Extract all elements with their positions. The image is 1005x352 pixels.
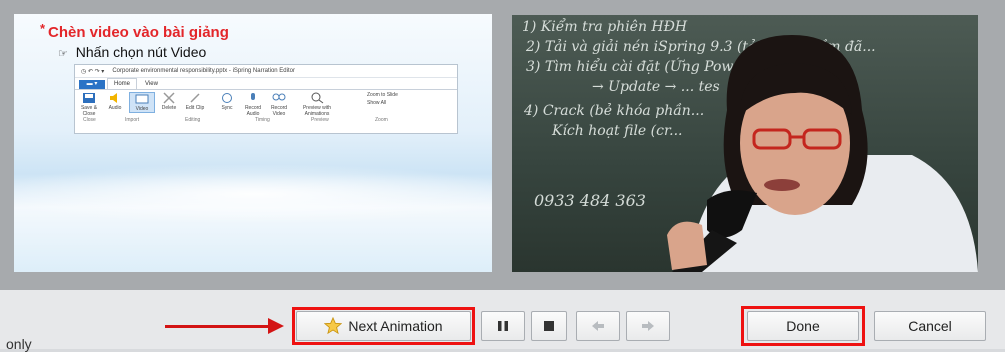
zoom-to-slide: Zoom to Slide: [367, 92, 398, 98]
slide-bullet: ☞ Nhấn chọn nút Video: [58, 44, 207, 60]
arrow-left-icon: [592, 321, 604, 331]
next-animation-button[interactable]: Next Animation: [296, 311, 471, 341]
previous-button[interactable]: [576, 311, 620, 341]
footer-text: only: [6, 336, 32, 352]
audio-item: Audio: [103, 92, 127, 111]
slide-preview: * Chèn video vào bài giảng ☞ Nhấn chọn n…: [14, 14, 492, 272]
pause-button[interactable]: [481, 311, 525, 341]
app-icon: ◷ ↶ ↷ ▾: [81, 68, 105, 75]
save-close-item: Save & Close: [77, 92, 101, 117]
ribbon-screenshot: ◷ ↶ ↷ ▾ Corporate environmental responsi…: [74, 64, 458, 134]
file-tab: ▬ ▾: [79, 80, 105, 89]
record-video-item: Record Video: [267, 92, 291, 117]
slide-decoration: [14, 164, 492, 224]
ribbon-tabs: ▬ ▾ Home View: [75, 78, 457, 89]
cancel-button[interactable]: Cancel: [874, 311, 986, 341]
slide-title: * Chèn video vào bài giảng: [40, 21, 229, 41]
ribbon-groups: Close Import Editing Timing Preview Zoom: [83, 117, 388, 123]
show-all: Show All: [367, 100, 387, 106]
pointing-hand-icon: ☞: [58, 48, 68, 60]
stop-icon: [544, 321, 554, 331]
tab-home: Home: [107, 78, 138, 89]
record-audio-item: Record Audio: [241, 92, 265, 117]
edit-clip-item: Edit Clip: [183, 92, 207, 111]
video-item: Video: [129, 92, 155, 113]
star-icon: [324, 317, 343, 335]
done-button[interactable]: Done: [747, 311, 859, 341]
delete-item: Delete: [157, 92, 181, 111]
presenter-figure: [667, 35, 978, 272]
ribbon-titlebar: ◷ ↶ ↷ ▾ Corporate environmental responsi…: [75, 65, 457, 78]
sync-item: Sync: [215, 92, 239, 111]
next-button[interactable]: [626, 311, 670, 341]
ribbon-body: Save & Close Audio Video Delete Edit Cli…: [75, 89, 457, 123]
pause-icon: [498, 321, 508, 331]
annotation-arrow: [165, 325, 270, 328]
webcam-feed: 1) Kiểm tra phiên HĐH 2) Tải và giải nén…: [512, 15, 978, 272]
arrow-right-icon: [642, 321, 654, 331]
tab-view: View: [145, 81, 158, 87]
annotation-arrow-head: [268, 318, 284, 334]
preview-animations-item: Preview with Animations: [297, 92, 337, 117]
stop-button[interactable]: [531, 311, 567, 341]
